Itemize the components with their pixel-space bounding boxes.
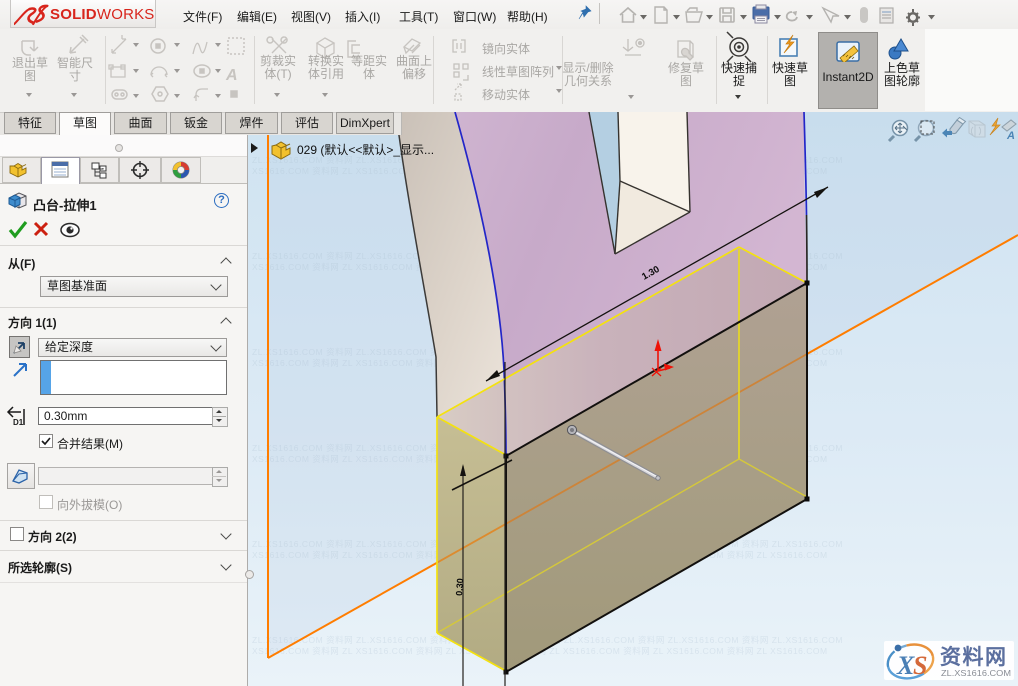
svg-text:0.30: 0.30 [454,578,465,596]
svg-text:A: A [1006,130,1015,142]
svg-text:资料网: 资料网 [940,646,1006,669]
svg-text:S: S [913,651,927,680]
svg-text:A: A [225,67,238,84]
svg-text:ZL.XS1616.COM: ZL.XS1616.COM [941,668,1011,678]
svg-text:029 (默认<<默认>_显示...: 029 (默认<<默认>_显示... [297,142,434,157]
svg-text:D1: D1 [13,418,24,427]
